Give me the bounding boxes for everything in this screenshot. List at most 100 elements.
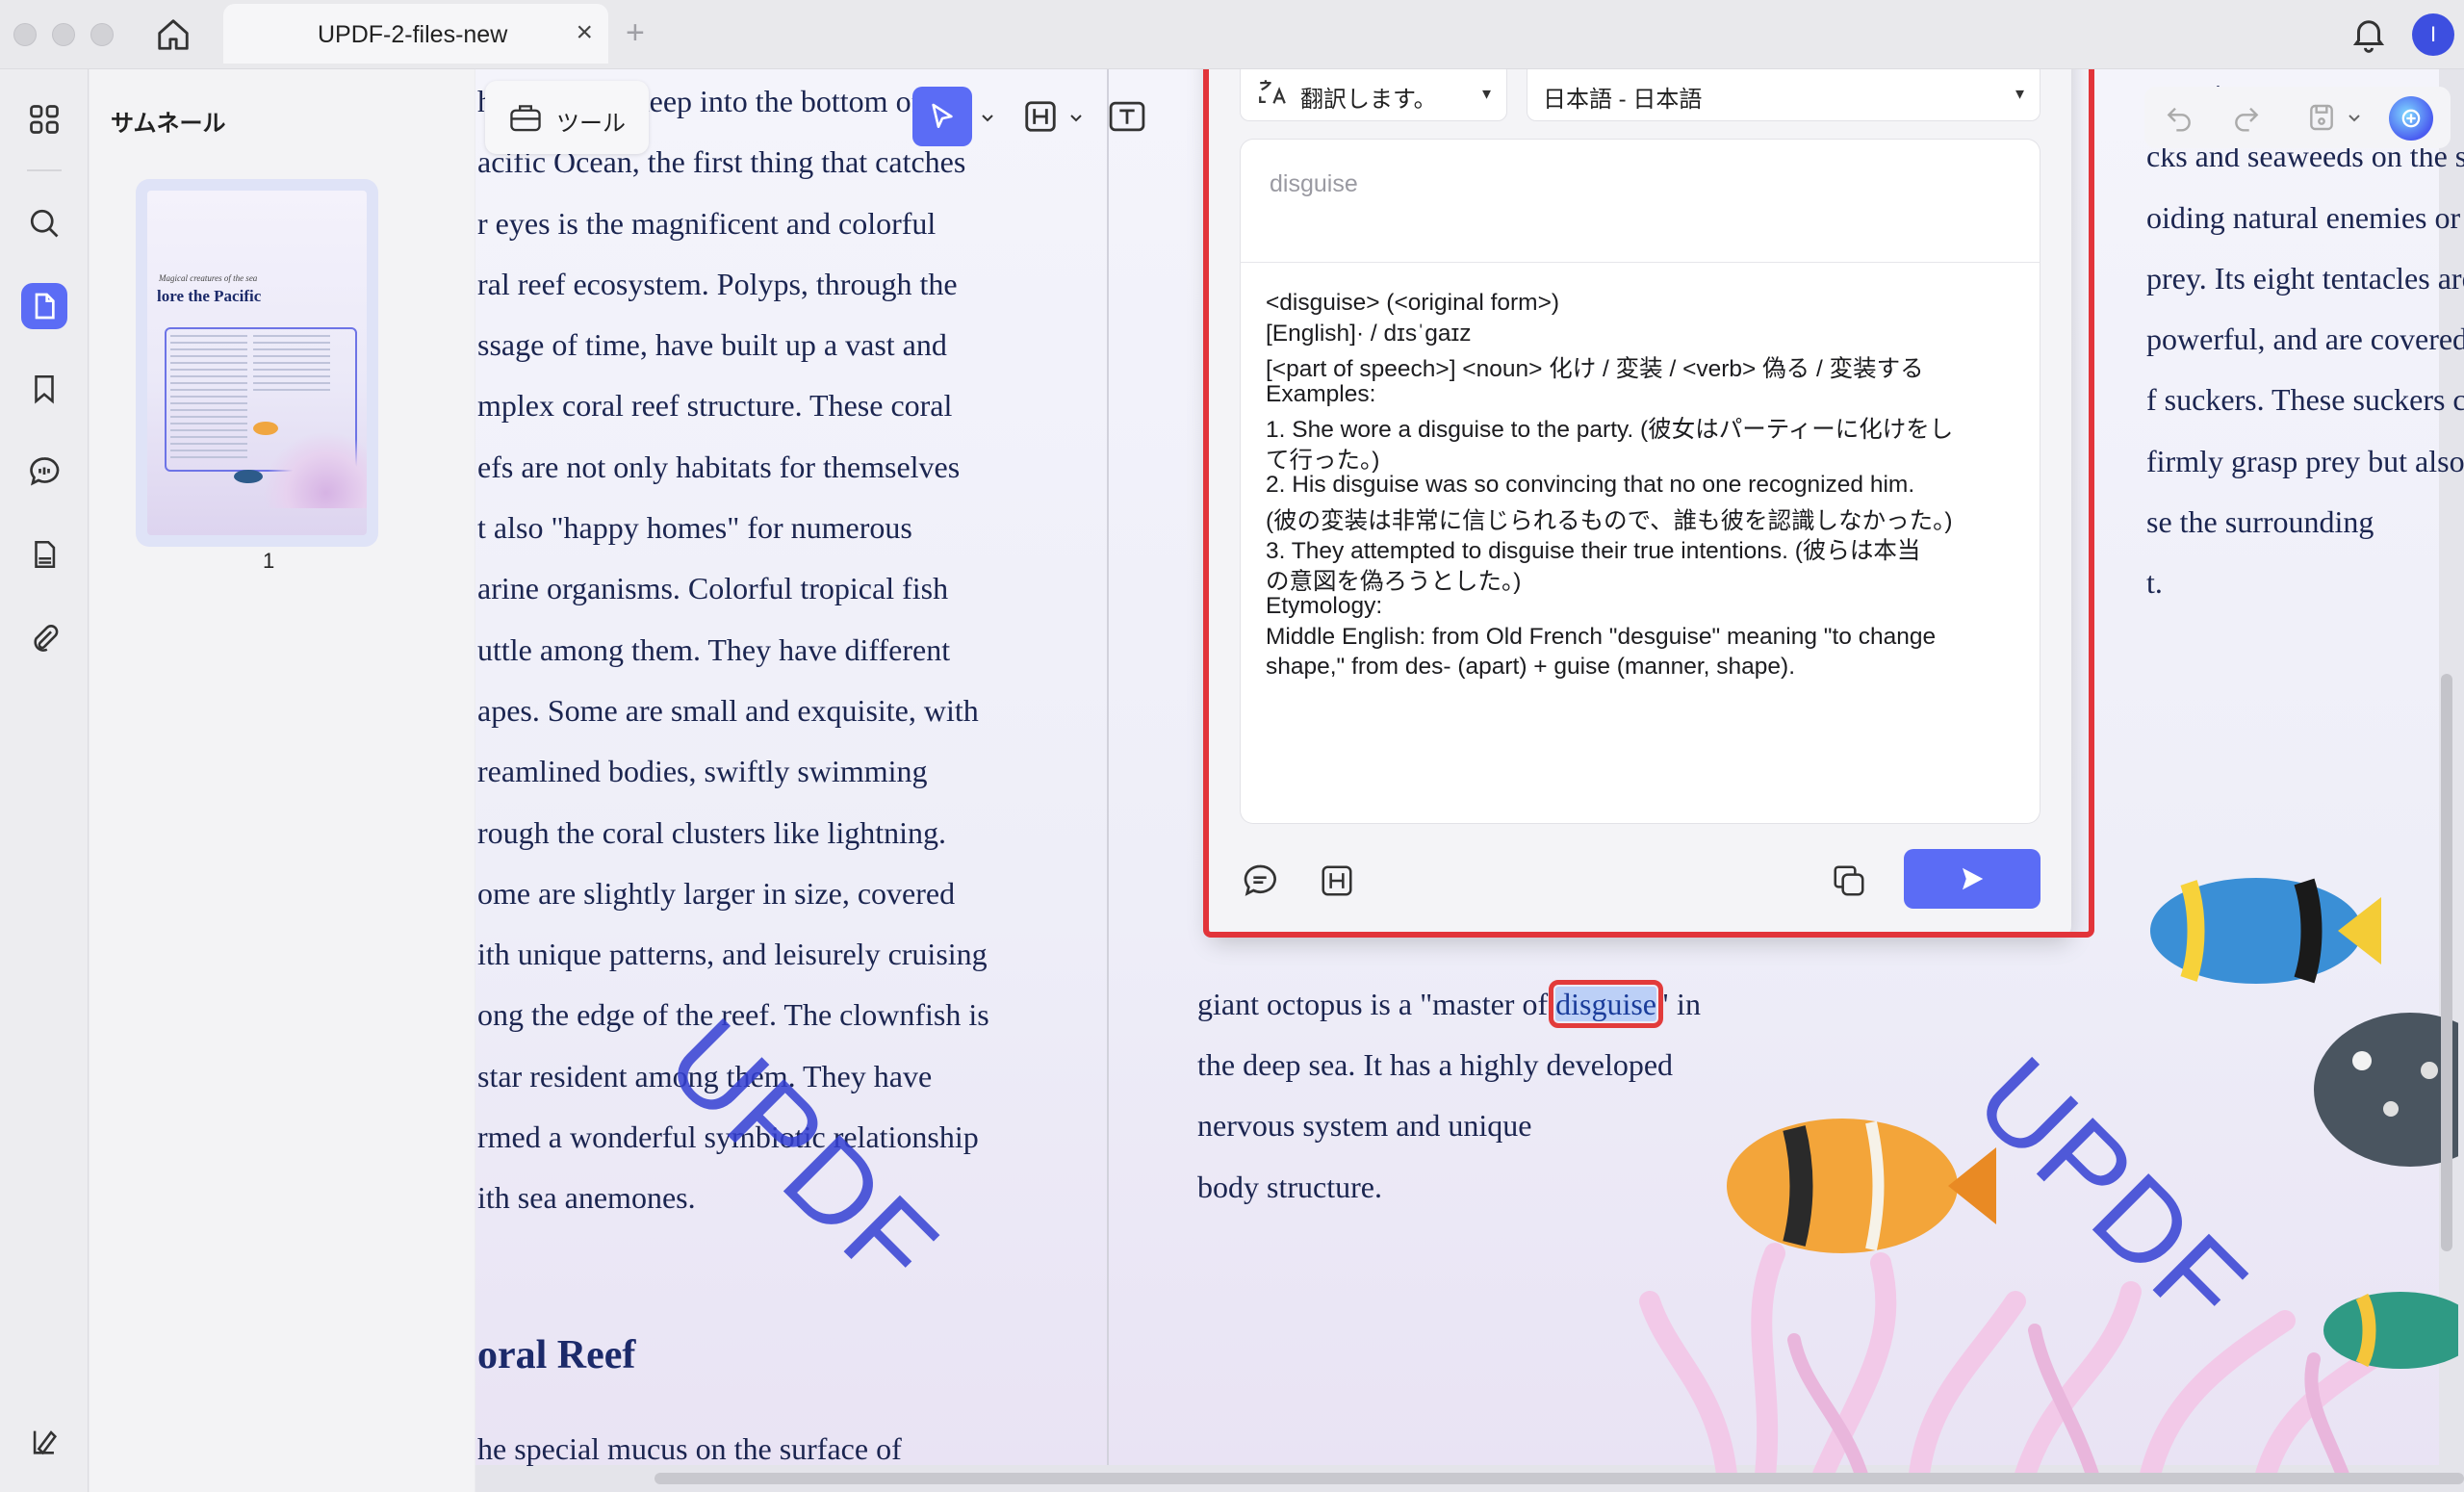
highlight-tool-button[interactable] [1018, 94, 1063, 139]
source-text: disguise [1270, 170, 1358, 197]
pen-book-icon [33, 1430, 58, 1455]
notifications-button[interactable] [2348, 13, 2389, 54]
cursor-icon [932, 103, 953, 128]
text-line: ral reef ecosystem. Polyps, through the [477, 266, 958, 301]
chevron-down-icon[interactable] [1068, 110, 1084, 125]
text-line: body structure. [1197, 1169, 1382, 1204]
text-line: ssage of time, have built up a vast and [477, 327, 947, 363]
comment-icon [1244, 864, 1276, 896]
text-line: arine organisms. Colorful tropical fish [477, 571, 949, 606]
result-line: の意図を偽ろうとした。) [1266, 568, 1522, 595]
paperclip-icon [34, 625, 59, 652]
document-viewer[interactable]: hen we dive deep into the bottom of the a… [475, 69, 2464, 1492]
text-line: mplex coral reef structure. These coral [477, 388, 953, 424]
bookmarks-button[interactable] [21, 366, 67, 412]
close-window-button[interactable] [13, 23, 37, 46]
copy-button[interactable] [1827, 859, 1871, 903]
tab-title: UPDF-2-files-new [318, 21, 508, 48]
chevron-down-icon[interactable] [980, 110, 995, 125]
language-pair-select[interactable]: 日本語 - 日本語 ▾ [1527, 69, 2040, 121]
settings-button[interactable] [21, 1419, 67, 1465]
rail-divider [27, 169, 62, 171]
title-bar: UPDF-2-files-new × + I [0, 0, 2464, 69]
text-line: ome are slightly larger in size, covered [477, 875, 956, 911]
text-line: nervous system and unique [1197, 1108, 1532, 1144]
text-tool-button[interactable] [1105, 94, 1149, 139]
bell-icon [2352, 20, 2385, 53]
result-line: shape," from des- (apart) + guise (manne… [1266, 654, 1796, 680]
text-line: reamlined bodies, swiftly swimming [477, 754, 928, 789]
tab-close-button[interactable]: × [576, 15, 593, 50]
search-icon [30, 209, 59, 238]
thumbnail-panel: サムネール Magical creatures of the sea lore … [90, 69, 475, 1492]
selected-word[interactable]: disguise [1549, 980, 1663, 1028]
minimize-window-button[interactable] [52, 23, 75, 46]
attachments-button[interactable] [21, 614, 67, 660]
page-thumbnail[interactable]: Magical creatures of the sea lore the Pa… [136, 179, 378, 547]
result-line: て行った。) [1266, 447, 1380, 474]
send-icon [1963, 867, 1984, 890]
text-line: the deep sea. It has a highly developed [1197, 1047, 1674, 1082]
bookmark-icon [35, 374, 54, 404]
translate-mode-label: 翻訳します。 [1300, 87, 1437, 113]
result-line: 3. They attempted to disguise their true… [1266, 538, 1921, 564]
translate-mode-select[interactable]: 翻訳します。 ▾ [1240, 69, 1507, 121]
result-line: [English]· / dɪsˈɡaɪz [1266, 320, 1472, 347]
sentence-start: giant octopus is a "master of [1197, 987, 1556, 1021]
text-box-icon [1109, 101, 1145, 132]
page-icon [35, 293, 55, 320]
send-button[interactable] [1904, 849, 2040, 909]
result-line: (彼の変装は非常に信じられるもので、誰も彼を認識しなかった。) [1266, 507, 1953, 534]
left-tool-rail [0, 69, 89, 1492]
search-button[interactable] [21, 200, 67, 246]
thumbnail-preview: Magical creatures of the sea lore the Pa… [147, 191, 367, 535]
toolbox-icon [510, 105, 541, 132]
result-line: 2. His disguise was so convincing that n… [1266, 472, 1915, 498]
translate-icon [1259, 80, 1286, 104]
column-divider [1107, 69, 1109, 1465]
right-column-paragraph: the deep sea. It has a highly developed n… [1197, 1035, 1673, 1218]
annotation-toolbar [912, 85, 1211, 150]
thumbnail-text-block-2 [253, 335, 330, 393]
result-line: Etymology: [1266, 593, 1383, 619]
fish-small-illustration [2323, 1292, 2458, 1369]
apps-button[interactable] [21, 96, 67, 142]
translate-panel: 翻訳します。 ▾ 日本語 - 日本語 ▾ disguise <disguise>… [1209, 69, 2071, 938]
add-comment-button[interactable] [1238, 859, 1282, 903]
source-text-field[interactable]: disguise [1240, 139, 2040, 262]
home-button[interactable] [152, 13, 194, 56]
text-line: uttle among them. They have different [477, 631, 951, 667]
thumbnails-button[interactable] [21, 283, 67, 329]
text-line: rough the coral clusters like lightning. [477, 814, 946, 850]
new-tab-button[interactable]: + [626, 13, 645, 52]
text-line: apes. Some are small and exquisite, with [477, 692, 979, 728]
forms-button[interactable] [21, 531, 67, 578]
translate-popup: 翻訳します。 ▾ 日本語 - 日本語 ▾ disguise <disguise>… [1203, 69, 2464, 938]
insert-highlight-button[interactable] [1315, 859, 1359, 903]
copy-icon [1834, 865, 1864, 896]
select-tool-button[interactable] [912, 87, 972, 146]
translation-result: <disguise> (<original form>) [English]· /… [1240, 262, 2040, 824]
result-line: Examples: [1266, 380, 1376, 407]
home-icon [158, 19, 189, 50]
language-caret-icon: ▾ [2015, 84, 2024, 103]
thumbnail-fish [253, 422, 278, 435]
tools-button[interactable]: ツール [485, 81, 649, 154]
comments-button[interactable] [21, 449, 67, 495]
result-line: 1. She wore a disguise to the party. (彼女… [1266, 417, 1954, 443]
tools-label: ツール [556, 111, 626, 137]
document-tab[interactable]: UPDF-2-files-new × [223, 4, 608, 64]
zoom-window-button[interactable] [90, 23, 114, 46]
document-stack-icon [35, 540, 56, 569]
result-line: Middle English: from Old French "desguis… [1266, 623, 1937, 650]
user-avatar[interactable]: I [2412, 13, 2454, 56]
text-line: r eyes is the magnificent and colorful [477, 205, 937, 241]
thumbnail-text-block [170, 335, 247, 460]
horizontal-scrollbar[interactable] [654, 1473, 2464, 1484]
thumbnail-coral [263, 431, 367, 508]
heading-icon [1025, 101, 1056, 132]
sentence-end: " in [1656, 987, 1701, 1021]
text-line: ith unique patterns, and leisurely cruis… [477, 937, 988, 972]
thumbnail-panel-title: サムネール [111, 111, 226, 137]
thumbnail-fish-2 [234, 470, 263, 483]
